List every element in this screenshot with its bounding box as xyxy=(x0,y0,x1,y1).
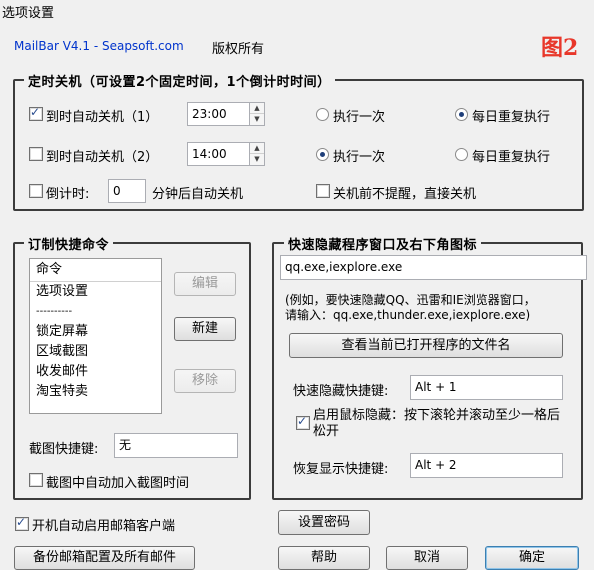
daily-1-label: 每日重复执行 xyxy=(472,110,551,125)
hide-hotkey-input[interactable]: Alt + 1 xyxy=(410,375,563,400)
list-header: 命令 xyxy=(30,259,161,282)
no-prompt-checkbox[interactable] xyxy=(316,184,330,198)
hide-programs-input[interactable]: qq.exe,iexplore.exe xyxy=(280,255,587,280)
auto-shutdown-1-checkbox[interactable] xyxy=(29,105,43,121)
title-bar: 选项设置 xyxy=(0,0,594,22)
time-2-spinner[interactable]: ▲ ▼ xyxy=(249,142,265,166)
list-item[interactable]: 淘宝特卖 xyxy=(30,382,161,402)
time-1-spinner[interactable]: ▲ ▼ xyxy=(249,102,265,126)
no-prompt-label: 关机前不提醒，直接关机 xyxy=(333,187,477,202)
list-item[interactable]: 收发邮件 xyxy=(30,362,161,382)
once-1-radio[interactable] xyxy=(316,108,329,121)
daily-2-label: 每日重复执行 xyxy=(472,150,551,165)
spin-up-icon[interactable]: ▲ xyxy=(250,143,264,154)
screenshot-hotkey-input[interactable]: 无 xyxy=(114,433,238,458)
autostart-checkbox[interactable] xyxy=(15,515,29,531)
restore-hotkey-label: 恢复显示快捷键: xyxy=(293,462,389,477)
time-1-input[interactable]: 23:00 xyxy=(187,102,253,126)
edit-button[interactable]: 编辑 xyxy=(174,272,236,296)
backup-button[interactable]: 备份邮箱配置及所有邮件 xyxy=(14,546,195,570)
help-button[interactable]: 帮助 xyxy=(278,546,370,570)
daily-2-radio[interactable] xyxy=(455,148,468,161)
timer-legend: 定时关机（可设置2个固定时间，1个倒计时时间） xyxy=(24,71,335,90)
daily-1-radio[interactable] xyxy=(455,108,468,121)
auto-shutdown-2-label: 到时自动关机（2） xyxy=(46,150,159,165)
app-link[interactable]: MailBar V4.1 - Seapsoft.com xyxy=(14,39,184,53)
add-time-checkbox[interactable] xyxy=(29,473,43,487)
hide-hotkey-label: 快速隐藏快捷键: xyxy=(293,384,389,399)
countdown-label: 倒计时: xyxy=(46,187,90,202)
list-item[interactable]: 选项设置 xyxy=(30,282,161,302)
command-list[interactable]: 命令 选项设置 ---------- 锁定屏幕 区域截图 收发邮件 淘宝特卖 xyxy=(29,258,162,414)
countdown-suffix: 分钟后自动关机 xyxy=(152,187,244,202)
remove-button[interactable]: 移除 xyxy=(174,369,236,393)
spin-down-icon[interactable]: ▼ xyxy=(250,114,264,125)
add-time-label: 截图中自动加入截图时间 xyxy=(46,476,190,491)
cancel-button[interactable]: 取消 xyxy=(386,546,468,570)
set-password-button[interactable]: 设置密码 xyxy=(278,510,370,535)
mouse-hide-label: 启用鼠标隐藏：按下滚轮并滚动至少一格后松开 xyxy=(313,408,561,439)
copyright-text: 版权所有 xyxy=(212,42,265,57)
auto-shutdown-1-label: 到时自动关机（1） xyxy=(46,110,159,125)
view-open-programs-button[interactable]: 查看当前已打开程序的文件名 xyxy=(289,333,563,358)
new-button[interactable]: 新建 xyxy=(174,317,236,341)
auto-shutdown-2-checkbox[interactable] xyxy=(29,147,43,161)
once-2-label: 执行一次 xyxy=(333,150,386,165)
spin-down-icon[interactable]: ▼ xyxy=(250,154,264,165)
spin-up-icon[interactable]: ▲ xyxy=(250,103,264,114)
timer-group xyxy=(13,79,584,211)
mouse-hide-checkbox[interactable] xyxy=(296,414,310,430)
hide-legend: 快速隐藏程序窗口及右下角图标 xyxy=(284,234,482,253)
once-1-label: 执行一次 xyxy=(333,110,386,125)
figure-label: 图2 xyxy=(541,35,579,61)
hide-hint: (例如，要快速隐藏QQ、迅雷和IE浏览器窗口， 请输入：qq.exe,thund… xyxy=(285,293,536,322)
once-2-radio[interactable] xyxy=(316,148,329,161)
list-item[interactable]: 区域截图 xyxy=(30,342,161,362)
screenshot-hotkey-label: 截图快捷键: xyxy=(29,442,99,457)
restore-hotkey-input[interactable]: Alt + 2 xyxy=(410,453,563,478)
countdown-input[interactable]: 0 xyxy=(108,179,146,203)
time-2-input[interactable]: 14:00 xyxy=(187,142,253,166)
ok-button[interactable]: 确定 xyxy=(485,546,579,570)
countdown-checkbox[interactable] xyxy=(29,184,43,198)
commands-legend: 订制快捷命令 xyxy=(24,234,114,253)
list-item[interactable]: 锁定屏幕 xyxy=(30,322,161,342)
window-title: 选项设置 xyxy=(2,6,55,21)
autostart-label: 开机自动启用邮箱客户端 xyxy=(32,519,176,534)
list-item[interactable]: ---------- xyxy=(30,302,161,322)
